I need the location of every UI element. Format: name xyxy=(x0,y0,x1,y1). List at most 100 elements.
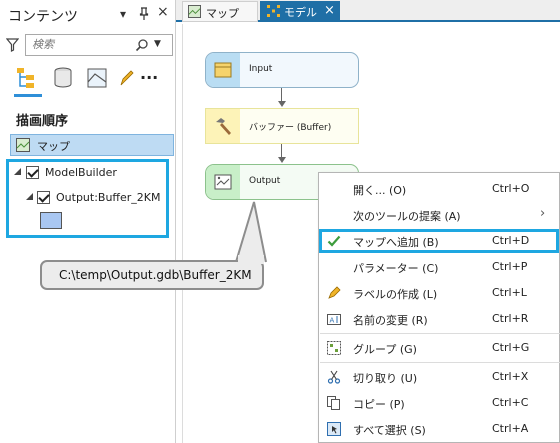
menu-item-label: すべて選択 (S) xyxy=(353,424,426,437)
tab-label: モデル xyxy=(284,6,317,19)
menu-item-shortcut: Ctrl+R xyxy=(492,312,529,325)
callout-pointer-join xyxy=(238,255,264,264)
cut-icon xyxy=(327,370,341,384)
tree-item-label: ModelBuilder xyxy=(45,166,117,179)
tree-item-output-layer[interactable]: Output:Buffer_2KM xyxy=(26,189,168,207)
select-all-icon xyxy=(327,422,341,436)
menu-item-shortcut: Ctrl+G xyxy=(492,341,530,354)
model-node-buffer-tool[interactable]: バッファー (Buffer) xyxy=(205,108,359,144)
group-icon xyxy=(327,341,341,355)
tab-model[interactable]: モデル × xyxy=(260,1,340,22)
tab-map[interactable]: マップ xyxy=(182,1,258,22)
list-by-drawing-order-icon[interactable] xyxy=(14,66,40,90)
node-icon-area xyxy=(206,53,240,87)
pane-menu-button[interactable]: ▾ xyxy=(120,7,126,21)
tree-item-map[interactable]: マップ xyxy=(10,134,174,156)
path-callout: C:\temp\Output.gdb\Buffer_2KM xyxy=(40,260,264,290)
pin-icon xyxy=(139,7,149,20)
visibility-checkbox[interactable] xyxy=(37,191,50,204)
menu-item-label: ラベルの作成 (L) xyxy=(353,288,438,301)
connector-arrow-icon xyxy=(278,101,286,107)
menu-item-cut[interactable]: 切り取り (U) Ctrl+X xyxy=(319,365,559,389)
menu-item-copy[interactable]: コピー (P) Ctrl+C xyxy=(319,391,559,415)
node-label: Input xyxy=(249,64,273,74)
expand-triangle-icon[interactable] xyxy=(14,168,21,175)
drawing-order-label: 描画順序 xyxy=(16,114,69,129)
tree-item-modelbuilder[interactable]: ModelBuilder xyxy=(14,164,164,182)
filter-icon[interactable] xyxy=(6,38,19,52)
check-icon xyxy=(327,235,341,247)
label-icon xyxy=(328,286,341,299)
menu-item-label: マップへ追加 (B) xyxy=(353,236,439,249)
tab-bar: マップ モデル × xyxy=(176,0,560,22)
view-icons: ··· xyxy=(14,66,164,92)
menu-item-parameter[interactable]: パラメーター (C) Ctrl+P xyxy=(319,255,559,279)
visibility-checkbox[interactable] xyxy=(26,166,39,179)
submenu-chevron-icon: › xyxy=(540,206,546,221)
active-view-indicator xyxy=(14,94,42,97)
search-options-chevron-icon[interactable]: ▼ xyxy=(154,39,161,49)
menu-item-shortcut: Ctrl+O xyxy=(492,182,530,195)
menu-item-create-label[interactable]: ラベルの作成 (L) Ctrl+L xyxy=(319,281,559,305)
menu-item-label: 次のツールの提案 (A) xyxy=(353,210,461,223)
pin-button[interactable] xyxy=(139,7,149,23)
menu-item-label: 開く... (O) xyxy=(353,184,407,197)
connector-line xyxy=(281,88,282,102)
menu-item-suggest-next-tool[interactable]: 次のツールの提案 (A) › xyxy=(319,203,559,227)
pane-header: コンテンツ ▾ × xyxy=(0,0,176,30)
svg-text:A: A xyxy=(330,317,335,325)
dataset-icon xyxy=(214,62,232,78)
menu-item-label: 名前の変更 (R) xyxy=(353,314,428,327)
search-input[interactable] xyxy=(32,38,132,51)
database-icon[interactable] xyxy=(52,66,74,90)
contents-pane: コンテンツ ▾ × ▼ ··· 描画順序 xyxy=(0,0,176,443)
layer-symbol-swatch[interactable] xyxy=(40,212,62,229)
tree-item-label: Output:Buffer_2KM xyxy=(56,191,161,204)
menu-item-group[interactable]: グループ (G) Ctrl+G xyxy=(319,336,559,360)
menu-item-shortcut: Ctrl+P xyxy=(492,260,528,273)
pane-title: コンテンツ xyxy=(8,9,78,25)
menu-item-add-to-map[interactable]: マップへ追加 (B) Ctrl+D xyxy=(319,229,559,253)
tab-label: マップ xyxy=(206,7,239,20)
menu-item-shortcut: Ctrl+A xyxy=(492,422,529,435)
menu-item-label: 切り取り (U) xyxy=(353,372,418,385)
pencil-icon[interactable] xyxy=(118,66,134,90)
copy-icon xyxy=(327,396,340,410)
menu-item-select-all[interactable]: すべて選択 (S) Ctrl+A xyxy=(319,417,559,441)
map-icon xyxy=(188,5,201,18)
connector-line xyxy=(281,144,282,158)
node-label: Output xyxy=(249,176,281,186)
rename-icon: A xyxy=(327,314,341,325)
menu-item-label: グループ (G) xyxy=(353,343,417,356)
menu-item-shortcut: Ctrl+X xyxy=(492,370,529,383)
menu-separator xyxy=(320,333,560,334)
feature-class-icon xyxy=(214,174,232,190)
menu-item-rename[interactable]: A 名前の変更 (R) Ctrl+R xyxy=(319,307,559,331)
menu-separator xyxy=(320,362,560,363)
node-icon-area xyxy=(206,109,240,143)
node-label: バッファー (Buffer) xyxy=(249,123,332,133)
connector-arrow-icon xyxy=(278,157,286,163)
close-tab-icon[interactable]: × xyxy=(324,3,335,18)
map-item-label: マップ xyxy=(37,140,70,153)
hammer-icon xyxy=(216,118,231,135)
model-node-input[interactable]: Input xyxy=(205,52,359,88)
menu-item-open[interactable]: 開く... (O) Ctrl+O xyxy=(319,177,559,201)
map-layers-icon[interactable] xyxy=(86,66,108,90)
node-icon-area xyxy=(206,165,240,199)
menu-item-label: コピー (P) xyxy=(353,398,405,411)
search-icon[interactable] xyxy=(135,38,149,52)
close-pane-button[interactable]: × xyxy=(157,5,169,19)
menu-item-shortcut: Ctrl+L xyxy=(492,286,527,299)
more-options-button[interactable]: ··· xyxy=(140,68,158,87)
expand-triangle-icon[interactable] xyxy=(26,193,33,200)
search-row: ▼ xyxy=(4,34,174,56)
menu-item-label: パラメーター (C) xyxy=(353,262,439,275)
search-box: ▼ xyxy=(25,34,173,56)
model-icon xyxy=(267,5,280,17)
context-menu: 開く... (O) Ctrl+O 次のツールの提案 (A) › マップへ追加 (… xyxy=(318,172,560,443)
menu-item-shortcut: Ctrl+C xyxy=(492,396,529,409)
callout-text: C:\temp\Output.gdb\Buffer_2KM xyxy=(59,268,252,282)
menu-item-shortcut: Ctrl+D xyxy=(492,234,530,247)
map-icon xyxy=(16,138,30,152)
